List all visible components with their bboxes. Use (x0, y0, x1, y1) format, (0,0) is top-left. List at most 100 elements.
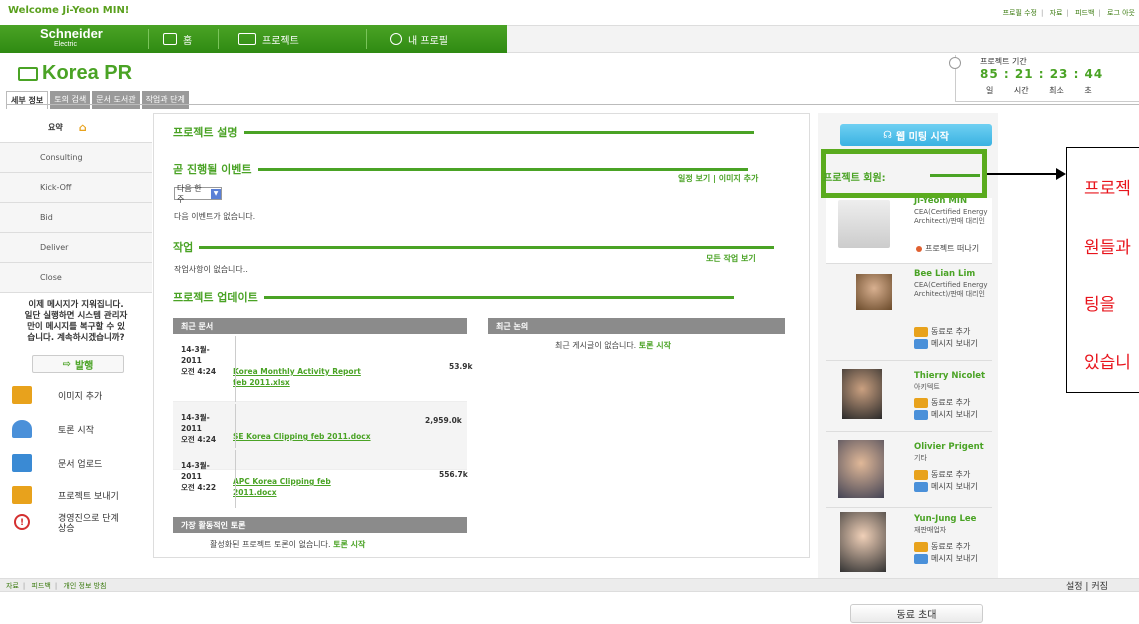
leave-project-link[interactable]: 프로젝트 떠나기 (916, 243, 979, 254)
footer-settings[interactable]: 설정 | 커짐 (1066, 579, 1108, 592)
feedback-link[interactable]: 피드백 (1075, 9, 1094, 17)
document-link[interactable]: SE Korea Clipping feb 2011.docx (233, 431, 433, 442)
add-colleague-link[interactable]: 동료로 추가 (914, 326, 970, 337)
tasks-section: 작업 (173, 239, 775, 255)
logout-link[interactable]: 로그 아웃 (1107, 9, 1135, 17)
footer-privacy-link[interactable]: 개인 정보 방침 (63, 582, 106, 590)
member-card: Thierry Nicolet 아키텍트 동료로 추가 메시지 보내기 (826, 363, 992, 432)
clock-icon (949, 57, 961, 69)
active-talks-text: 활성화된 프로젝트 토론이 없습니다. 토론 시작 (210, 540, 366, 549)
all-tasks-link[interactable]: 모든 작업 보기 (706, 253, 756, 264)
web-meeting-button[interactable]: ☊ 웹 미팅 시작 (840, 124, 992, 146)
send-message-link[interactable]: 메시지 보내기 (914, 481, 978, 492)
recent-talks-text: 최근 게시글이 없습니다. 토론 시작 (555, 341, 672, 350)
document-row: 14-3월- 2011 오전 4:22 APC Korea Clipping feb… (181, 461, 468, 498)
footer-bar (0, 578, 1139, 592)
add-colleague-icon (914, 469, 928, 480)
active-talks-header: 가장 활동적인 토론 (173, 517, 467, 533)
delete-notice: 이제 메시지가 지워집니다. 일단 실행하면 시스템 관리자 만이 메시지를 복… (24, 300, 128, 343)
person-icon (12, 420, 32, 438)
add-colleague-link[interactable]: 동료로 추가 (914, 397, 970, 408)
start-talk-link[interactable]: 토론 시작 (639, 341, 671, 350)
escalate-action[interactable]: ! 경영진으로 단계 상승 (0, 510, 152, 544)
schneider-logo[interactable]: Schneider Electric (40, 27, 103, 50)
document-link[interactable]: APC Korea Clipping feb 2011.docx (233, 476, 363, 498)
document-row: 14-3월- 2011 오전 4:24 Korea Monthly Activity… (173, 334, 473, 402)
nav-projects[interactable]: 프로젝트 (238, 30, 299, 48)
sidebar-item-deliver[interactable]: Deliver (0, 233, 152, 263)
message-icon (914, 409, 928, 420)
send-icon (12, 486, 32, 504)
document-link[interactable]: Korea Monthly Activity Report feb 2011.x… (233, 366, 373, 388)
avatar (838, 200, 890, 248)
headset-icon: ☊ (883, 129, 892, 141)
home-icon: ⌂ (78, 121, 87, 134)
recent-docs-header: 최근 문서 (173, 318, 467, 334)
arrowhead-icon (1056, 168, 1066, 180)
sidebar-item-kickoff[interactable]: Kick-Off (0, 173, 152, 203)
start-talk-link[interactable]: 토론 시작 (333, 540, 365, 549)
sidebar-item-close[interactable]: Close (0, 263, 152, 293)
invite-colleague-button[interactable]: 동료 초대 (850, 604, 983, 623)
timer-label: 프로젝트 기간 (980, 57, 1027, 66)
upload-document-action[interactable]: 문서 업로드 (0, 446, 152, 480)
home-icon (163, 33, 177, 45)
edit-profile-link[interactable]: 프로필 수정 (1003, 9, 1037, 17)
send-message-link[interactable]: 메시지 보내기 (914, 553, 978, 564)
nav-home[interactable]: 홈 (163, 30, 192, 48)
members-title: 프로젝트 회원: (823, 173, 886, 184)
leave-icon (916, 245, 922, 252)
timer-values: 85 : 21 : 23 : 44 (980, 67, 1104, 81)
sidebar-item-consulting[interactable]: Consulting (0, 143, 152, 173)
top-links: 프로필 수정 | 자료 | 피드백 | 로그 아웃 (1002, 9, 1135, 17)
alert-icon: ! (14, 514, 30, 530)
events-empty: 다음 이벤트가 없습니다. (174, 212, 256, 221)
chevron-down-icon: ▼ (211, 188, 221, 199)
footer-resources-link[interactable]: 자료 (6, 582, 19, 590)
member-card: Yun-Jung Lee 재판매업자 동료로 추가 메시지 보내기 (826, 510, 992, 580)
avatar (840, 512, 886, 572)
publish-icon: ⇨ (62, 358, 71, 370)
tab-details[interactable]: 세부 정보 (6, 91, 49, 109)
start-discussion-action[interactable]: 토론 시작 (0, 412, 152, 446)
timer-units: 일 시간 최소 초 (986, 86, 1092, 95)
tab-discussion-search[interactable]: 토의 검색 (50, 91, 91, 109)
project-tabs: 세부 정보 토의 검색 문서 도서관 작업과 단계 (6, 91, 189, 109)
send-message-link[interactable]: 메시지 보내기 (914, 409, 978, 420)
member-card: Bee Lian Lim CEA(Certified Energy Archit… (826, 266, 992, 361)
upload-icon (12, 454, 32, 472)
tab-tasks-phases[interactable]: 작업과 단계 (141, 91, 189, 109)
avatar (856, 274, 892, 310)
nav-profile[interactable]: 내 프로필 (390, 30, 448, 48)
events-range-select[interactable]: 다음 한 주 ▼ (174, 184, 222, 204)
folder-icon (18, 66, 38, 81)
send-project-action[interactable]: 프로젝트 보내기 (0, 478, 152, 512)
tab-document-library[interactable]: 문서 도서관 (92, 91, 140, 109)
tasks-empty: 작업사항이 없습니다.. (174, 265, 248, 274)
add-colleague-icon (914, 397, 928, 408)
folder-icon (238, 33, 256, 45)
image-grid-icon (12, 386, 32, 404)
welcome-text: Welcome Ji-Yeon MIN! (8, 5, 130, 16)
events-links[interactable]: 일정 보기 | 이미지 추가 (678, 173, 758, 184)
add-colleague-icon (914, 326, 928, 337)
callout-box: 프로젝 원들과 팅을 있습니 (1066, 147, 1139, 393)
message-icon (914, 338, 928, 349)
message-icon (914, 481, 928, 492)
add-colleague-link[interactable]: 동료로 추가 (914, 469, 970, 480)
message-icon (914, 553, 928, 564)
events-section: 곧 진행될 이벤트 (173, 161, 748, 177)
publish-button[interactable]: ⇨ 발행 (32, 355, 124, 373)
add-colleague-link[interactable]: 동료로 추가 (914, 541, 970, 552)
footer-feedback-link[interactable]: 피드백 (31, 582, 50, 590)
resources-link[interactable]: 자료 (1050, 9, 1063, 17)
send-message-link[interactable]: 메시지 보내기 (914, 338, 978, 349)
callout-arrow (987, 173, 1057, 175)
description-section: 프로젝트 설명 (173, 124, 754, 140)
avatar (838, 440, 884, 498)
add-image-action[interactable]: 이미지 추가 (0, 378, 152, 412)
avatar (842, 369, 882, 419)
sidebar-item-summary[interactable]: 요약 ⌂ (0, 113, 152, 143)
add-colleague-icon (914, 541, 928, 552)
sidebar-item-bid[interactable]: Bid (0, 203, 152, 233)
